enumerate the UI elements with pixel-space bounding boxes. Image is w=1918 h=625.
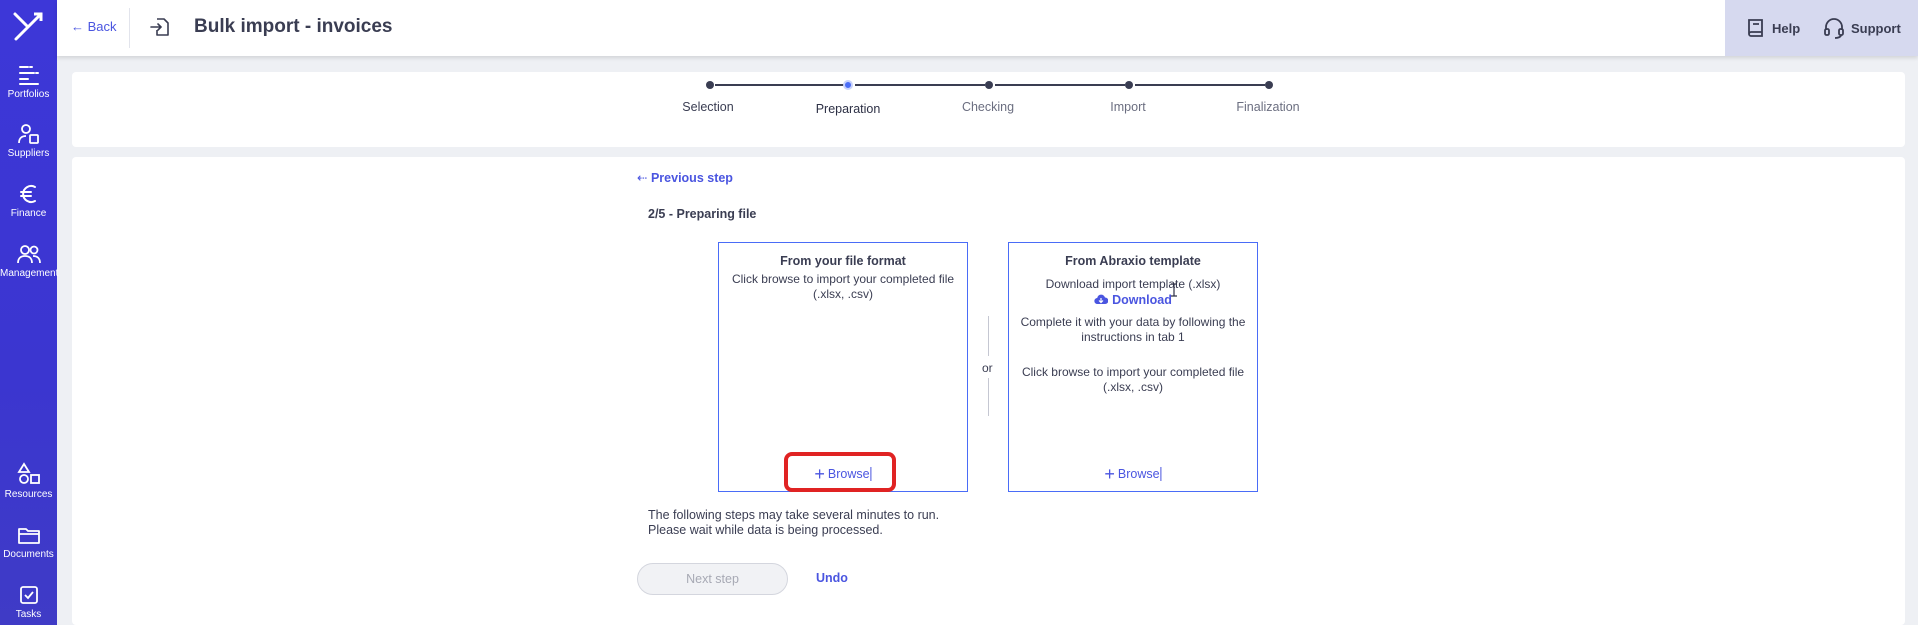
back-label: Back	[87, 19, 117, 34]
sidebar-item-management[interactable]: Management	[0, 243, 59, 279]
page-title: Bulk import - invoices	[194, 16, 393, 37]
sidebar: Portfolios Suppliers Finance Management …	[0, 0, 59, 625]
arrow-left-icon: ←	[71, 19, 84, 34]
book-icon	[1748, 19, 1763, 37]
step-label-finalization: Finalization	[1236, 100, 1300, 114]
template-complete-text: Complete it with your data by following …	[1020, 315, 1246, 344]
step-label-preparation: Preparation	[815, 102, 881, 116]
sidebar-item-label: Management	[0, 268, 59, 279]
headset-icon	[1824, 18, 1844, 39]
header-actions: Help Support	[1725, 0, 1918, 56]
users-icon	[16, 245, 41, 264]
step-dot-selection	[706, 81, 714, 89]
processing-note: The following steps may take several min…	[648, 508, 939, 538]
sidebar-item-label: Portfolios	[7, 89, 50, 100]
stepper-connector	[1135, 84, 1265, 86]
sidebar-item-portfolios[interactable]: Portfolios	[0, 64, 57, 100]
sidebar-item-label: Tasks	[15, 609, 42, 620]
suppliers-icon	[17, 124, 39, 144]
next-step-button[interactable]: Next step	[637, 563, 788, 595]
sidebar-item-label: Resources	[4, 489, 53, 500]
import-file-icon	[150, 18, 169, 36]
note-line: Please wait while data is being processe…	[648, 523, 883, 537]
cloud-download-icon	[1094, 294, 1109, 305]
sidebar-item-finance[interactable]: Finance	[0, 183, 57, 219]
sidebar-item-tasks[interactable]: Tasks	[0, 584, 57, 620]
or-divider-top	[988, 316, 989, 356]
sidebar-item-label: Documents	[3, 549, 54, 560]
step-label-import: Import	[1110, 100, 1146, 114]
arrow-left-icon: ⇠	[637, 171, 648, 185]
previous-step-label: Previous step	[650, 171, 733, 185]
template-box: From Abraxio template Download import te…	[1008, 242, 1258, 492]
stepper-connector	[995, 84, 1125, 86]
or-label: or	[982, 361, 993, 375]
support-button[interactable]: Support	[1822, 17, 1901, 39]
own-format-title: From your file format	[780, 254, 906, 268]
sidebar-item-resources[interactable]: Resources	[0, 462, 57, 500]
previous-step-link[interactable]: ⇠ Previous step	[637, 170, 733, 185]
abraxio-logo[interactable]	[12, 10, 44, 42]
template-title: From Abraxio template	[1065, 254, 1201, 268]
download-label: Download	[1112, 292, 1172, 307]
template-download-text: Download import template (.xlsx)	[1045, 277, 1221, 291]
template-browse-text: Click browse to import your completed fi…	[1021, 365, 1245, 394]
browse-label: Browse	[1117, 467, 1162, 481]
support-label: Support	[1851, 20, 1901, 36]
stepper-connector	[855, 84, 985, 86]
header-divider	[129, 8, 130, 48]
or-divider-bottom	[988, 378, 989, 416]
shapes-icon	[16, 462, 40, 484]
step-dot-finalization	[1265, 81, 1273, 89]
note-line: The following steps may take several min…	[648, 508, 940, 522]
sidebar-item-documents[interactable]: Documents	[0, 524, 57, 560]
sidebar-item-label: Suppliers	[7, 148, 50, 159]
plus-icon: +	[1104, 464, 1115, 484]
step-dot-preparation	[843, 80, 853, 90]
stepper-connector	[715, 84, 845, 86]
undo-button[interactable]: Undo	[816, 571, 848, 585]
step-dot-checking	[985, 81, 993, 89]
own-format-text: Click browse to import your completed fi…	[731, 272, 955, 301]
step-label-selection: Selection	[682, 100, 734, 114]
step-dot-import	[1125, 81, 1133, 89]
tasks-icon	[19, 586, 38, 604]
folder-icon	[17, 528, 40, 544]
template-browse-button[interactable]: + Browse	[1104, 464, 1162, 484]
browse-highlight	[784, 452, 896, 492]
sidebar-item-label: Finance	[10, 208, 47, 219]
section-title: 2/5 - Preparing file	[648, 207, 757, 221]
back-button[interactable]: ← Back	[71, 19, 117, 34]
text-cursor-icon	[1171, 283, 1177, 297]
step-label-checking: Checking	[961, 100, 1015, 114]
sidebar-item-suppliers[interactable]: Suppliers	[0, 123, 57, 159]
help-label: Help	[1772, 20, 1801, 36]
euro-icon	[19, 185, 36, 203]
download-template-link[interactable]: Download	[1094, 293, 1172, 307]
top-header: ← Back Bulk import - invoices Help Suppo…	[57, 0, 1918, 56]
portfolios-icon	[18, 66, 39, 85]
help-button[interactable]: Help	[1745, 17, 1800, 39]
